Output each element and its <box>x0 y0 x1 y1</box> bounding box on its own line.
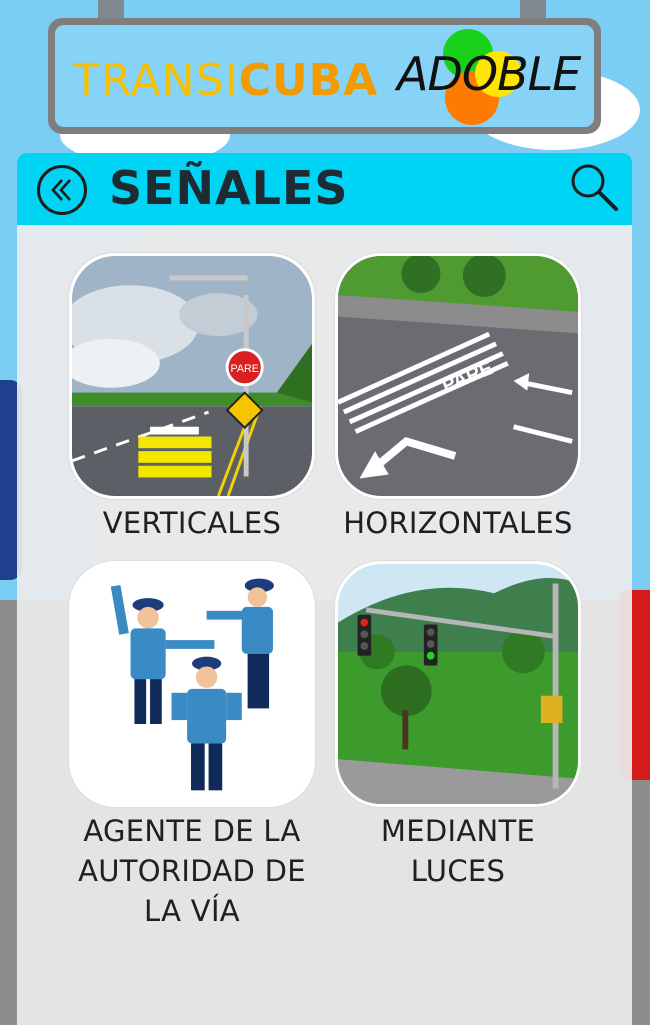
category-label: AGENTE DE LA AUTORIDAD DE LA VÍA <box>78 814 306 928</box>
road-markings-image: PARE <box>335 253 581 499</box>
stop-sign-text: PARE <box>230 363 258 375</box>
category-card-verticales[interactable]: PARE VERTICALES <box>69 253 315 543</box>
back-button[interactable] <box>37 165 87 215</box>
traffic-police-image <box>69 561 315 807</box>
category-card-mediante-luces[interactable]: MEDIANTE LUCES <box>335 561 581 891</box>
brand-part-transi: TRANSI <box>73 55 239 106</box>
category-label: HORIZONTALES <box>343 506 573 540</box>
traffic-light-image <box>335 561 581 807</box>
search-button[interactable] <box>566 159 622 215</box>
brand-banner-inner: TRANSICUBA ADOBLE <box>55 25 594 127</box>
category-label: VERTICALES <box>102 506 282 540</box>
brand-part-cuba: CUBA <box>238 55 379 106</box>
brand-banner: TRANSICUBA ADOBLE <box>48 18 601 134</box>
search-icon <box>571 164 618 211</box>
road-with-signs-image: PARE <box>69 253 315 499</box>
category-card-agente[interactable]: AGENTE DE LA AUTORIDAD DE LA VÍA <box>69 561 315 931</box>
brand-wordmark: TRANSICUBA <box>73 55 378 106</box>
page-title: SEÑALES <box>109 161 349 215</box>
double-chevron-left-icon <box>51 179 71 201</box>
category-label: MEDIANTE LUCES <box>380 814 536 888</box>
panel-header: SEÑALES <box>17 153 632 225</box>
category-card-horizontales[interactable]: PARE HORIZONTALES <box>335 253 581 543</box>
panel-body: PARE VERTICALES PARE HORIZONTALES AGENTE… <box>17 225 632 1025</box>
signals-panel: SEÑALES PARE VERTICALES PARE HORIZONTALE… <box>17 153 632 1025</box>
brand-logo-text: ADOBLE <box>397 47 581 101</box>
